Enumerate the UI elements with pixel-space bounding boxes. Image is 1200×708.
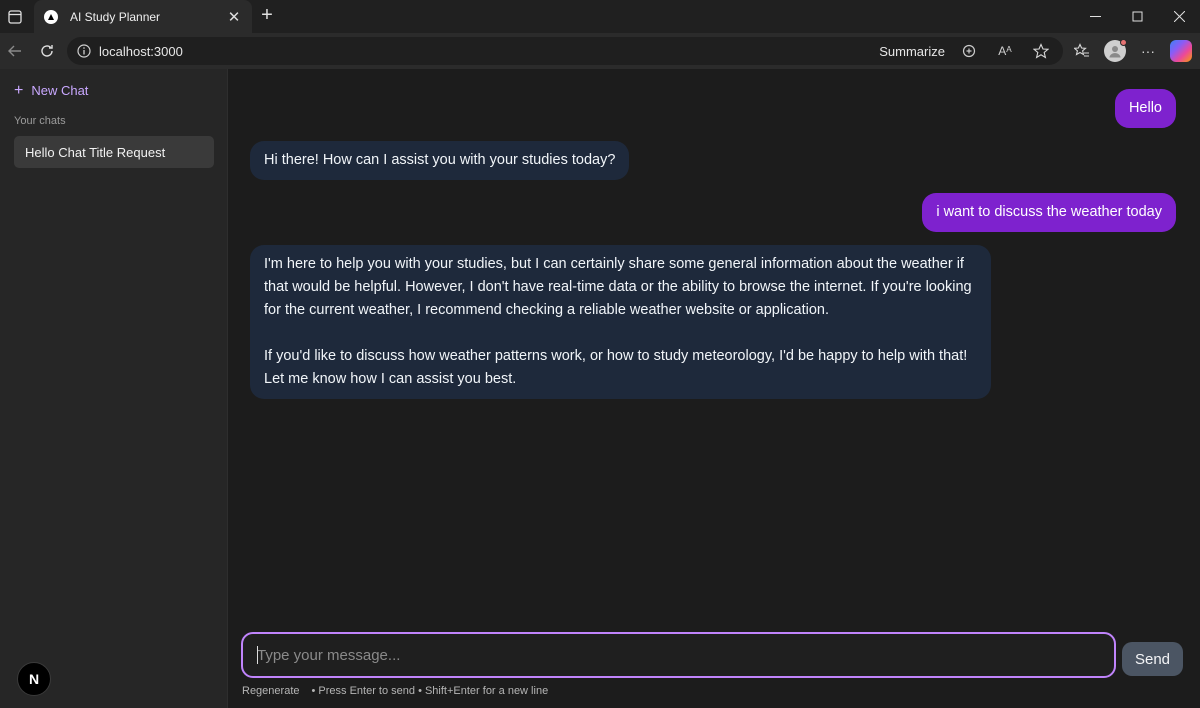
read-aloud-icon[interactable]: Aᴬ: [993, 39, 1017, 63]
site-info-icon[interactable]: [77, 44, 91, 58]
assistant-paragraph: If you'd like to discuss how weather pat…: [264, 348, 968, 387]
regenerate-button[interactable]: Regenerate: [242, 685, 300, 697]
app-root: + New Chat Your chats Hello Chat Title R…: [0, 69, 1200, 708]
minimize-icon[interactable]: [1074, 0, 1116, 33]
assistant-message: I'm here to help you with your studies, …: [250, 245, 991, 399]
more-options-icon[interactable]: ···: [1136, 39, 1160, 63]
close-tab-icon[interactable]: ✕: [226, 8, 242, 26]
notification-dot: [1120, 39, 1127, 46]
keyboard-hint: • Press Enter to send • Shift+Enter for …: [311, 685, 549, 697]
close-window-icon[interactable]: [1158, 0, 1200, 33]
window-controls: [1074, 0, 1200, 33]
assistant-paragraph: I'm here to help you with your studies, …: [264, 256, 972, 318]
favorite-star-icon[interactable]: [1029, 39, 1053, 63]
composer-footer: Regenerate • Press Enter to send • Shift…: [242, 685, 548, 697]
user-message: i want to discuss the weather today: [922, 193, 1176, 232]
assistant-message: Hi there! How can I assist you with your…: [250, 141, 630, 180]
maximize-icon[interactable]: [1116, 0, 1158, 33]
browser-tab-bar: AI Study Planner ✕ +: [0, 0, 1200, 33]
summarize-button[interactable]: Summarize: [879, 44, 945, 59]
chat-main: Hello Hi there! How can I assist you wit…: [228, 69, 1200, 708]
sidebar: + New Chat Your chats Hello Chat Title R…: [0, 69, 228, 708]
back-icon[interactable]: [0, 36, 30, 66]
plus-icon: +: [14, 81, 24, 99]
profile-avatar[interactable]: [1104, 39, 1127, 62]
nextjs-dev-badge[interactable]: N: [17, 662, 51, 696]
chats-section-label: Your chats: [14, 115, 66, 127]
copilot-summary-icon[interactable]: [957, 39, 981, 63]
new-chat-button[interactable]: + New Chat: [14, 81, 89, 99]
tab-actions-icon: [8, 9, 22, 24]
refresh-icon[interactable]: [32, 36, 62, 66]
message-input[interactable]: [257, 646, 1114, 664]
text-caret: [257, 646, 258, 664]
message-composer: [241, 632, 1116, 678]
browser-toolbar: ···: [1070, 33, 1192, 69]
send-button[interactable]: Send: [1122, 642, 1183, 676]
url-text: localhost:3000: [99, 43, 183, 59]
copilot-icon[interactable]: [1170, 40, 1192, 62]
browser-tab[interactable]: AI Study Planner ✕: [34, 0, 252, 33]
new-tab-icon[interactable]: +: [256, 5, 278, 27]
tab-title: AI Study Planner: [70, 9, 161, 24]
url-bar[interactable]: localhost:3000 Summarize Aᴬ: [67, 37, 1063, 65]
browser-address-bar: localhost:3000 Summarize Aᴬ ···: [0, 33, 1200, 69]
user-message: Hello: [1114, 89, 1176, 128]
tab-actions-button[interactable]: [0, 0, 30, 33]
new-chat-label: New Chat: [31, 83, 89, 98]
favicon-icon: [44, 9, 58, 24]
chat-list-item[interactable]: Hello Chat Title Request: [14, 136, 214, 168]
favorites-icon[interactable]: [1070, 39, 1094, 63]
